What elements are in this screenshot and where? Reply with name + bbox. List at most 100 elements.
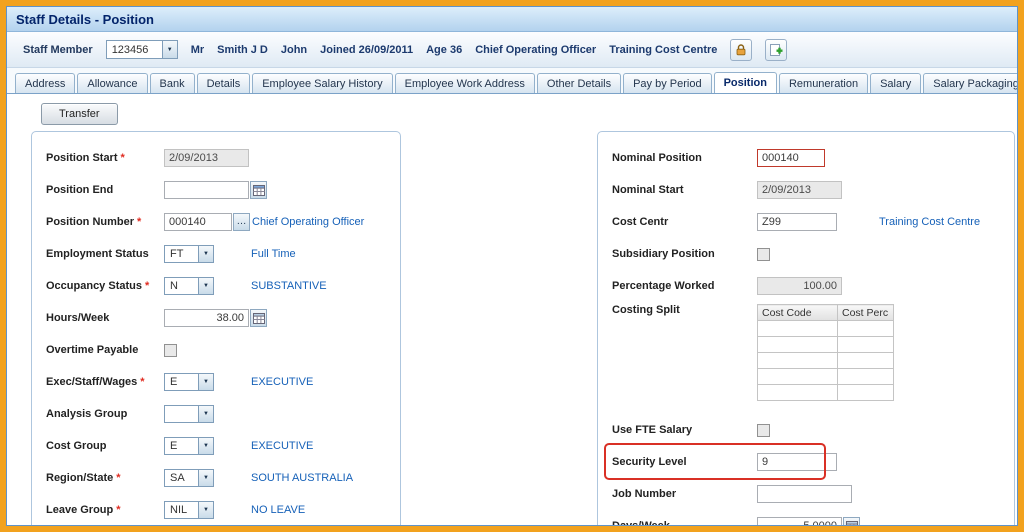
staff-details-window: Staff Details - Position Staff Member 12…: [0, 0, 1024, 532]
position-end-row: Position End: [46, 174, 386, 206]
page-title: Staff Details - Position: [16, 11, 154, 27]
occupancy-status-description: SUBSTANTIVE: [251, 280, 327, 292]
cost-group-select[interactable]: E: [164, 437, 214, 455]
nominal-position-input[interactable]: 000140: [757, 149, 825, 167]
position-end-label: Position End: [46, 184, 114, 196]
job-number-input[interactable]: [757, 485, 852, 503]
tab-allowance[interactable]: Allowance: [77, 73, 148, 93]
exec-staff-wages-row: Exec/Staff/Wages* E EXECUTIVE: [46, 366, 386, 398]
staff-member-label: Staff Member: [23, 43, 93, 56]
occupancy-status-row: Occupancy Status* N SUBSTANTIVE: [46, 270, 386, 302]
use-fte-salary-row: Use FTE Salary: [612, 414, 1000, 446]
calendar-button[interactable]: [250, 181, 267, 199]
position-number-input[interactable]: 000140: [164, 213, 232, 231]
costing-split-empty-row: [757, 384, 894, 401]
security-level-row: Security Level 9: [604, 443, 1000, 480]
staff-name: Smith J D: [217, 43, 268, 56]
use-fte-salary-checkbox[interactable]: [757, 423, 770, 437]
chevron-down-icon[interactable]: [198, 437, 214, 455]
nominal-start-input[interactable]: 2/09/2013: [757, 181, 842, 199]
employment-status-description: Full Time: [251, 248, 296, 260]
days-week-input[interactable]: 5.0000: [757, 517, 842, 525]
tab-details[interactable]: Details: [196, 73, 251, 93]
staff-member-bar: Staff Member 123456 Mr Smith J D John Jo…: [7, 32, 1017, 68]
position-start-row: Position Start * 2/09/2013: [46, 142, 386, 174]
required-asterisk: *: [120, 152, 125, 164]
costing-split-label: Costing Split: [612, 304, 680, 316]
region-state-label: Region/State: [46, 472, 114, 484]
tab-salary-packaging-details[interactable]: Salary Packaging Details: [923, 73, 1017, 93]
tab-remuneration[interactable]: Remuneration: [778, 73, 869, 93]
tab-address[interactable]: Address: [15, 73, 76, 93]
chevron-down-icon[interactable]: [198, 501, 214, 519]
security-level-input[interactable]: 9: [757, 453, 837, 471]
chevron-down-icon[interactable]: [198, 373, 214, 391]
region-state-row: Region/State* SA SOUTH AUSTRALIA: [46, 462, 386, 494]
tab-pay-by-period[interactable]: Pay by Period: [623, 73, 712, 93]
costing-split-empty-row: [757, 336, 894, 353]
lock-button[interactable]: [730, 38, 753, 61]
tab-position[interactable]: Position: [713, 72, 777, 93]
position-start-label: Position Start: [46, 152, 118, 164]
analysis-group-row: Analysis Group: [46, 398, 386, 430]
position-number-row: Position Number * 000140 … Chief Operatin…: [46, 206, 386, 238]
tab-bank[interactable]: Bank: [149, 73, 195, 93]
add-record-button[interactable]: [765, 38, 788, 61]
overtime-payable-row: Overtime Payable: [46, 334, 386, 366]
position-end-input[interactable]: [164, 181, 249, 199]
grid-icon: [252, 313, 265, 324]
days-week-label: Days/Week: [612, 520, 670, 526]
percentage-worked-label: Percentage Worked: [612, 280, 715, 292]
hours-week-input[interactable]: 38.00: [164, 309, 249, 327]
position-start-input[interactable]: 2/09/2013: [164, 149, 249, 167]
employment-status-select[interactable]: FT: [164, 245, 214, 263]
analysis-group-select[interactable]: [164, 405, 214, 423]
cost-group-description: EXECUTIVE: [251, 440, 314, 452]
percentage-worked-input[interactable]: 100.00: [757, 277, 842, 295]
chevron-down-icon[interactable]: [198, 277, 214, 295]
tab-strip: Address Allowance Bank Details Employee …: [7, 68, 1017, 94]
ellipsis-lookup-button[interactable]: …: [233, 213, 250, 231]
cost-code-header: Cost Code: [757, 304, 838, 321]
subsidiary-position-row: Subsidiary Position: [612, 238, 1000, 270]
tab-salary[interactable]: Salary: [870, 73, 922, 93]
tab-employee-work-address[interactable]: Employee Work Address: [394, 73, 535, 93]
required-asterisk: *: [137, 216, 142, 228]
chevron-down-icon[interactable]: [198, 405, 214, 423]
chevron-down-icon[interactable]: [161, 40, 178, 59]
cost-centre-label: Cost Centr: [612, 216, 669, 228]
employment-status-row: Employment Status FT Full Time: [46, 238, 386, 270]
transfer-button[interactable]: Transfer: [41, 103, 118, 125]
nominal-position-label: Nominal Position: [612, 152, 702, 164]
region-state-select[interactable]: SA: [164, 469, 214, 487]
leave-group-label: Leave Group: [46, 504, 114, 516]
occupancy-status-label: Occupancy Status: [46, 280, 142, 292]
leave-group-select[interactable]: NIL: [164, 501, 214, 519]
overtime-payable-label: Overtime Payable: [46, 344, 139, 356]
cost-group-row: Cost Group E EXECUTIVE: [46, 430, 386, 462]
overtime-payable-checkbox[interactable]: [164, 343, 177, 357]
costing-split-empty-row: [757, 352, 894, 369]
subsidiary-position-label: Subsidiary Position: [612, 248, 715, 260]
subsidiary-position-checkbox[interactable]: [757, 247, 770, 261]
nominal-start-label: Nominal Start: [612, 184, 684, 196]
chevron-down-icon[interactable]: [198, 245, 214, 263]
nominal-position-panel: Nominal Position 000140 Nominal Start 2/…: [597, 131, 1015, 526]
lookup-grid-button[interactable]: [250, 309, 267, 327]
chevron-down-icon[interactable]: [198, 469, 214, 487]
staff-joined: Joined 26/09/2011: [320, 43, 414, 56]
cost-centre-input[interactable]: Z99: [757, 213, 837, 231]
lookup-grid-button[interactable]: [843, 517, 860, 525]
exec-staff-wages-select[interactable]: E: [164, 373, 214, 391]
tab-other-details[interactable]: Other Details: [536, 73, 622, 93]
use-fte-salary-label: Use FTE Salary: [612, 424, 693, 436]
tab-employee-salary-history[interactable]: Employee Salary History: [252, 73, 393, 93]
staff-firstname: John: [280, 43, 308, 56]
position-number-description: Chief Operating Officer: [252, 216, 365, 228]
occupancy-status-select[interactable]: N: [164, 277, 214, 295]
staff-member-value[interactable]: 123456: [105, 40, 162, 59]
job-number-row: Job Number: [612, 478, 1000, 510]
cost-centre-row: Cost Centr Z99 Training Cost Centre: [612, 206, 1000, 238]
staff-member-combo[interactable]: 123456: [105, 40, 178, 59]
window-inner-frame: Staff Details - Position Staff Member 12…: [6, 6, 1018, 526]
